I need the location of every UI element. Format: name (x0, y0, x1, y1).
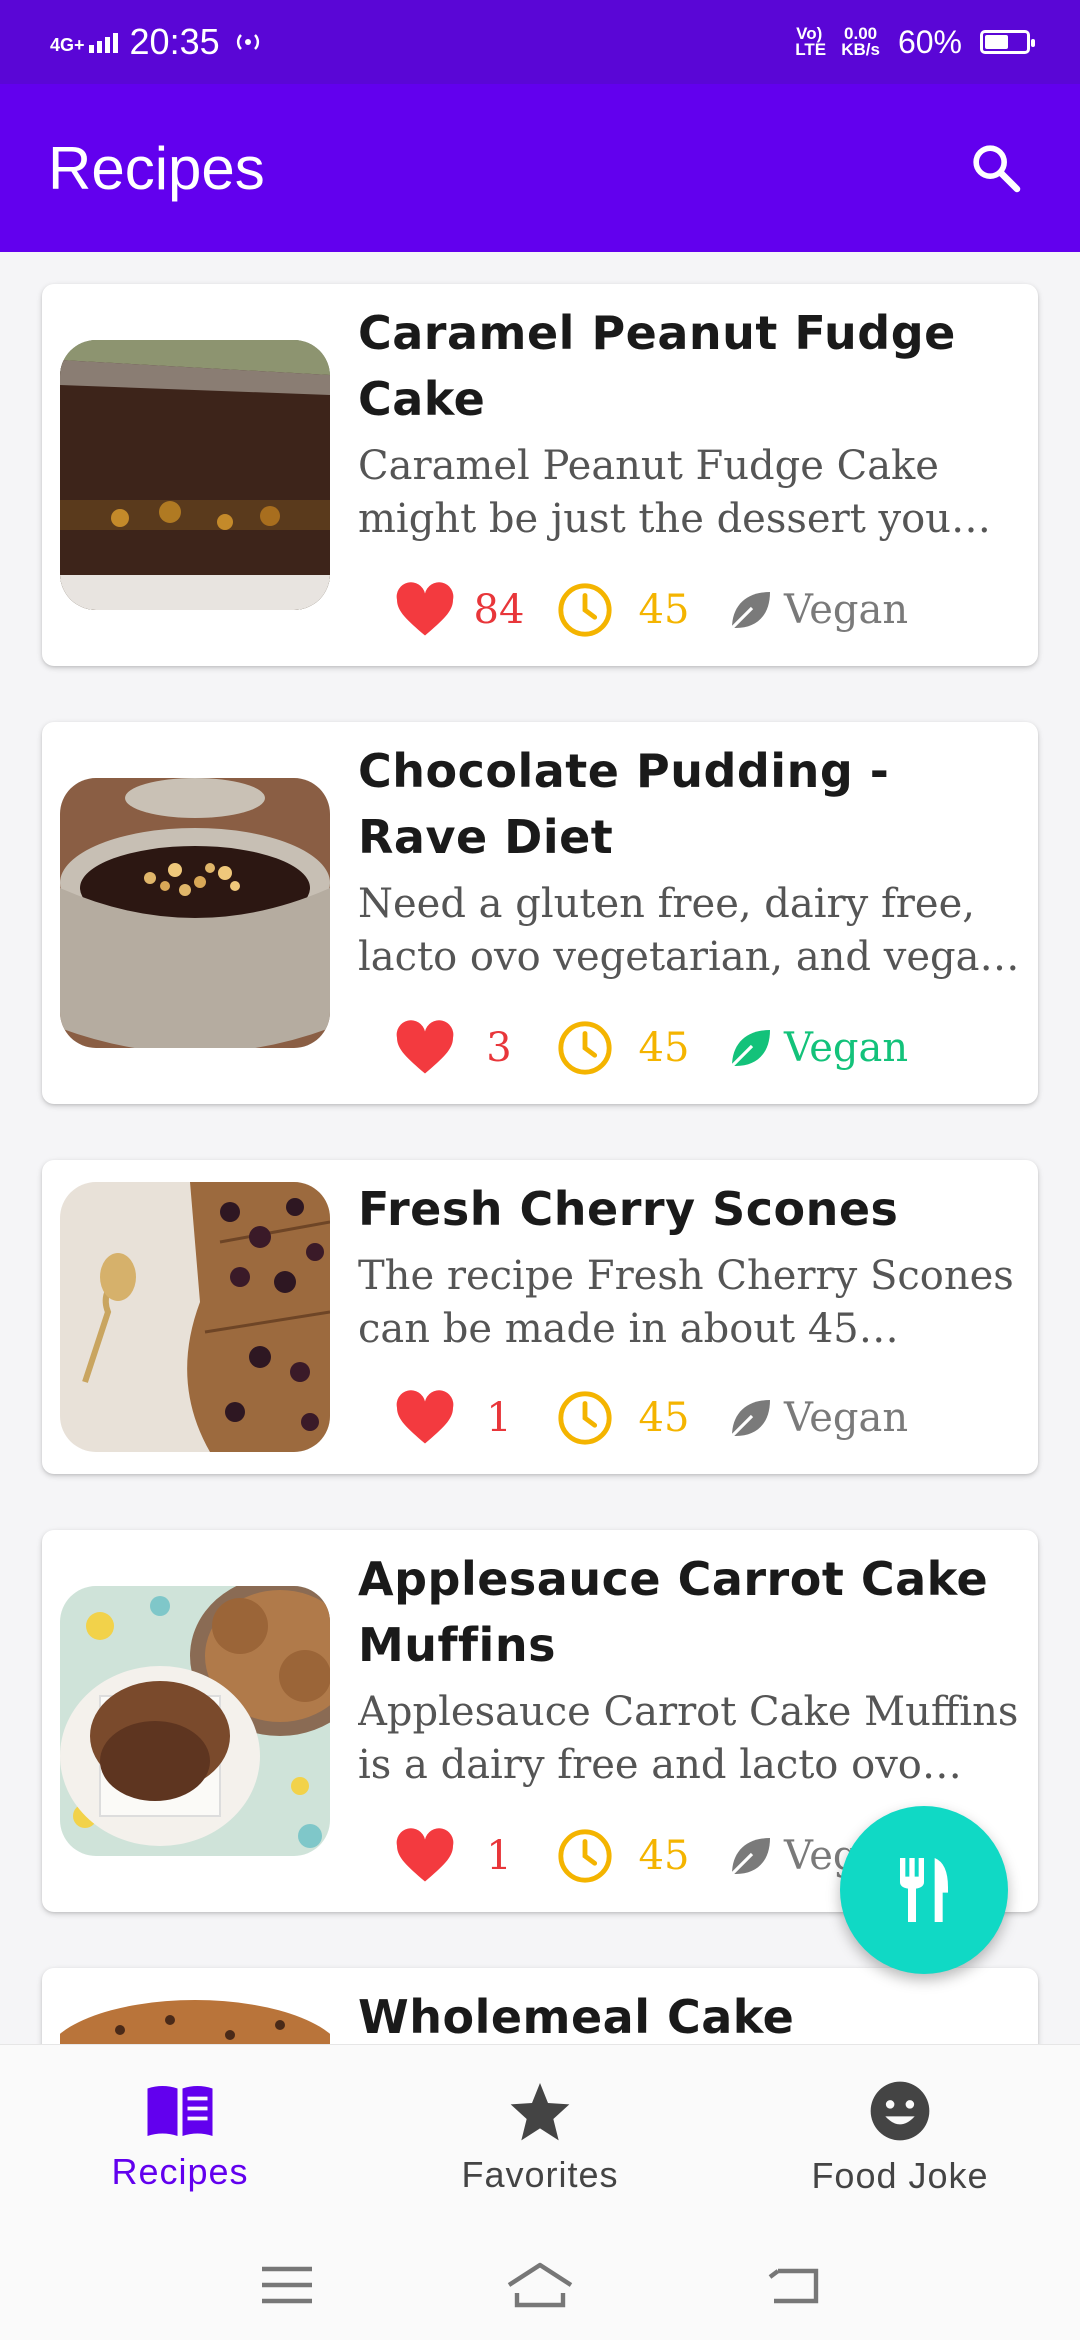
cook-time: 45 (556, 1827, 700, 1885)
status-right: Vo) LTE 0.00 KB/s 60% (795, 23, 1035, 61)
back-icon (768, 2268, 819, 2304)
menu-book-icon (147, 2085, 213, 2136)
leaf-icon (730, 592, 770, 630)
menu-icon (261, 2266, 312, 2304)
leaf-icon (730, 1838, 770, 1876)
recipe-card[interactable]: Chocolate Pudding - Rave Diet Need a glu… (42, 722, 1038, 1104)
recipe-title: Chocolate Pudding - Rave Diet (358, 744, 890, 864)
food-joke-fab[interactable] (840, 1806, 1008, 1974)
restaurant-icon (900, 1858, 948, 1922)
recipe-meta: 1 45 Vegan (394, 1386, 908, 1450)
volte-indicator: Vo) LTE (795, 24, 827, 59)
recipe-card[interactable]: Fresh Cherry Scones The recipe Fresh Che… (42, 1160, 1038, 1474)
nav-recipes[interactable]: Recipes (0, 2045, 360, 2230)
vegan-label: Vegan (784, 587, 909, 633)
likes-count: 3 (486, 1025, 512, 1071)
nav-food-joke[interactable]: Food Joke (720, 2045, 1080, 2230)
status-time: 20:35 (129, 21, 220, 62)
star-icon (510, 2082, 570, 2140)
system-back-button[interactable] (753, 2255, 833, 2315)
likes: 84 (394, 582, 534, 638)
search-button[interactable] (960, 132, 1032, 204)
status-left: 4G+ 20:35 (50, 21, 264, 63)
heart-icon (396, 1390, 454, 1444)
search-icon (973, 145, 1021, 193)
recipe-title: Caramel Peanut Fudge Cake (358, 306, 956, 426)
likes-count: 1 (486, 1833, 512, 1879)
cook-minutes: 45 (638, 1025, 690, 1071)
status-bar: 4G+ 20:35 Vo) LTE 0.00 KB/s 60% (0, 0, 1080, 84)
hotspot-icon (236, 34, 259, 50)
recipe-description: Need a gluten free, dairy free, lacto ov… (358, 881, 1006, 980)
likes-count: 1 (486, 1395, 512, 1441)
screen: 4G+ 20:35 Vo) LTE 0.00 KB/s 60% Recipes … (0, 0, 1080, 2340)
clock-icon (558, 1021, 612, 1075)
recipe-list[interactable]: Caramel Peanut Fudge Cake Caramel Peanut… (0, 252, 1080, 2044)
clock-icon (558, 1829, 612, 1883)
recipe-image (60, 1586, 330, 1856)
cook-time: 45 (556, 581, 700, 639)
recipe-description: The recipe Fresh Cherry Scones can be ma… (358, 1253, 1014, 1352)
recipe-title: Applesauce Carrot Cake Muffins (358, 1552, 989, 1672)
cook-minutes: 45 (638, 587, 690, 633)
cook-time: 45 (556, 1389, 700, 1447)
signal-indicator: 4G+ (50, 31, 118, 55)
system-home-button[interactable] (500, 2255, 580, 2315)
battery-percent: 60% (897, 23, 962, 60)
system-navigation (0, 2230, 1080, 2340)
clock-icon (558, 583, 612, 637)
app-bar: Recipes (0, 84, 1080, 252)
vegan-indicator: Vegan (726, 1024, 908, 1072)
clock-icon (558, 1391, 612, 1445)
heart-icon (396, 582, 454, 636)
heart-icon (396, 1828, 454, 1882)
recipe-image (60, 1990, 330, 2044)
cook-minutes: 45 (638, 1833, 690, 1879)
recipe-image (60, 1182, 330, 1452)
cook-time: 45 (556, 1019, 700, 1077)
signal-bars-icon (88, 31, 118, 53)
likes: 1 (394, 1828, 534, 1884)
heart-icon (396, 1020, 454, 1074)
battery-icon (980, 30, 1035, 54)
recipe-title: Fresh Cherry Scones (358, 1182, 899, 1236)
nav-favorites[interactable]: Favorites (360, 2045, 720, 2230)
recipe-description: Applesauce Carrot Cake Muffins is a dair… (358, 1689, 1019, 1788)
nav-label: Favorites (461, 2153, 619, 2195)
vegan-indicator: Vegan (726, 586, 908, 634)
recipe-image (60, 340, 330, 610)
recipe-meta: 3 45 Vegan (394, 1016, 908, 1080)
nav-label: Recipes (111, 2150, 249, 2192)
network-type: 4G+ (50, 35, 85, 55)
recipe-title: Wholemeal Cake (358, 1990, 795, 2044)
leaf-icon (730, 1030, 770, 1068)
home-icon (507, 2262, 573, 2308)
recipe-card[interactable]: Caramel Peanut Fudge Cake Caramel Peanut… (42, 284, 1038, 666)
leaf-icon (730, 1400, 770, 1438)
recipe-card[interactable]: Wholemeal Cake (42, 1968, 1038, 2044)
likes: 1 (394, 1390, 534, 1446)
page-title: Recipes (48, 134, 265, 202)
nav-label: Food Joke (811, 2154, 989, 2196)
vegan-indicator: Vegan (726, 1394, 908, 1442)
smiley-icon (870, 2081, 930, 2140)
system-menu-button[interactable] (247, 2255, 327, 2315)
recipe-image (60, 778, 330, 1048)
battery-fill (985, 35, 1008, 49)
recipe-meta: 84 45 Vegan (394, 578, 908, 642)
vegan-label: Vegan (784, 1395, 909, 1441)
recipe-meta: 1 45 Vegan (394, 1824, 908, 1888)
speed-unit: KB/s (841, 40, 880, 59)
network-speed: 0.00 KB/s (841, 25, 880, 59)
likes: 3 (394, 1020, 534, 1076)
likes-count: 84 (473, 587, 525, 633)
cook-minutes: 45 (638, 1395, 690, 1441)
recipe-description: Caramel Peanut Fudge Cake might be just … (358, 443, 951, 542)
vegan-label: Vegan (784, 1025, 909, 1071)
bottom-navigation: Recipes Favorites Food Joke (0, 2044, 1080, 2230)
